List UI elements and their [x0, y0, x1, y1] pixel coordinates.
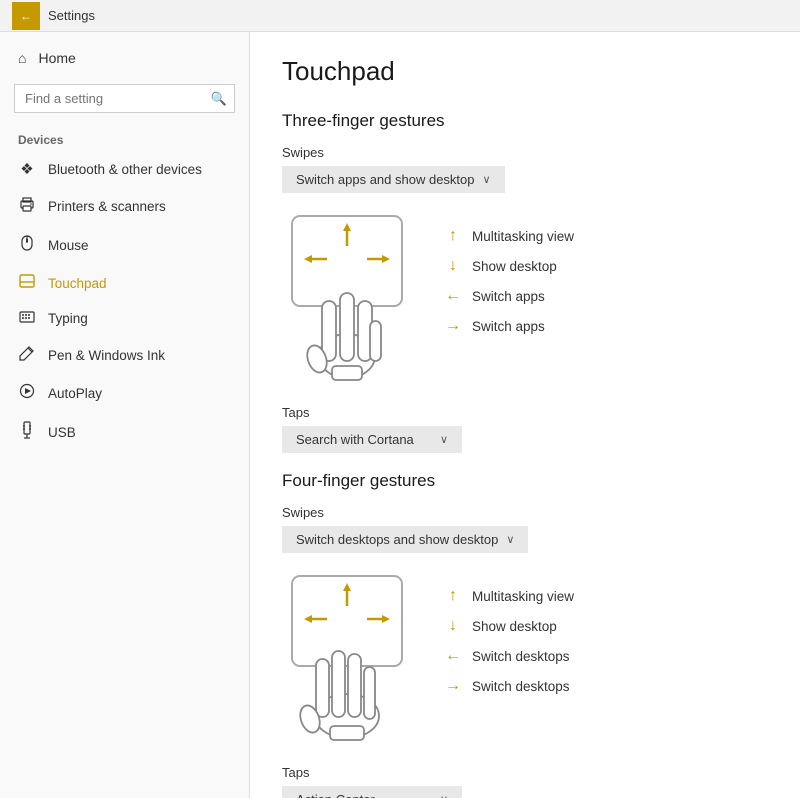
gesture-option-label: Show desktop [472, 259, 557, 274]
gesture-option: → Switch desktops [444, 677, 574, 695]
home-icon: ⌂ [18, 50, 26, 66]
autoplay-icon [18, 383, 36, 403]
four-finger-title: Four-finger gestures [282, 471, 768, 491]
sidebar-section-label: Devices [0, 125, 249, 151]
arrow-down-icon: ↓ [444, 617, 462, 635]
back-icon: ← [20, 9, 32, 23]
arrow-down-icon: ↓ [444, 257, 462, 275]
gesture-area-4: ↑ Multitasking view ↓ Show desktop ← Swi… [282, 571, 768, 741]
three-finger-title: Three-finger gestures [282, 111, 768, 131]
gesture-area-3: ↑ Multitasking view ↓ Show desktop ← Swi… [282, 211, 768, 381]
search-box: 🔍 [14, 84, 235, 113]
arrow-up-icon: ↑ [444, 227, 462, 245]
app-title: Settings [48, 8, 95, 23]
taps-dropdown-4-value: Action Center [296, 792, 375, 798]
gesture-options-3: ↑ Multitasking view ↓ Show desktop ← Swi… [444, 211, 574, 335]
arrow-left-icon: ← [444, 287, 462, 305]
sidebar: ⌂ Home 🔍 Devices ❖ Bluetooth & other dev… [0, 32, 250, 798]
title-bar: ← Settings [0, 0, 800, 32]
arrow-up-icon: ↑ [444, 587, 462, 605]
sidebar-home-label: Home [38, 50, 75, 66]
sidebar-item-label: Pen & Windows Ink [48, 348, 165, 363]
gesture-option-label: Multitasking view [472, 589, 574, 604]
gesture-option: ↑ Multitasking view [444, 587, 574, 605]
gesture-option: ↑ Multitasking view [444, 227, 574, 245]
gesture-option-label: Show desktop [472, 619, 557, 634]
gesture-option: ↓ Show desktop [444, 617, 574, 635]
pen-icon [18, 345, 36, 365]
gesture-option-label: Multitasking view [472, 229, 574, 244]
gesture-options-4: ↑ Multitasking view ↓ Show desktop ← Swi… [444, 571, 574, 695]
arrow-right-icon: → [444, 677, 462, 695]
usb-icon [18, 421, 36, 443]
swipes-dropdown-3[interactable]: Switch apps and show desktop ∨ [282, 166, 505, 193]
taps-dropdown-3-value: Search with Cortana [296, 432, 414, 447]
sidebar-item-label: USB [48, 425, 76, 440]
taps-dropdown-3[interactable]: Search with Cortana ∨ [282, 426, 462, 453]
gesture-option-label: Switch desktops [472, 649, 570, 664]
sidebar-item-label: Touchpad [48, 276, 107, 291]
page-title: Touchpad [282, 56, 768, 87]
taps-dropdown-4[interactable]: Action Center ∨ [282, 786, 462, 798]
three-finger-gesture-image [282, 211, 412, 381]
main-content: Touchpad Three-finger gestures Swipes Sw… [250, 32, 800, 798]
chevron-down-icon: ∨ [483, 173, 491, 186]
search-icon: 🔍 [211, 91, 227, 107]
three-finger-section: Three-finger gestures Swipes Switch apps… [282, 111, 768, 471]
gesture-option: ↓ Show desktop [444, 257, 574, 275]
mouse-icon [18, 234, 36, 256]
sidebar-item-typing[interactable]: Typing [0, 301, 249, 336]
sidebar-item-bluetooth[interactable]: ❖ Bluetooth & other devices [0, 151, 249, 187]
gesture-option: → Switch apps [444, 317, 574, 335]
swipes-label-4: Swipes [282, 505, 768, 520]
touchpad-icon [18, 274, 36, 292]
sidebar-item-home[interactable]: ⌂ Home [0, 40, 249, 76]
chevron-down-icon: ∨ [440, 793, 448, 798]
sidebar-item-touchpad[interactable]: Touchpad [0, 265, 249, 301]
sidebar-item-pen[interactable]: Pen & Windows Ink [0, 336, 249, 374]
sidebar-item-printers[interactable]: Printers & scanners [0, 187, 249, 225]
sidebar-item-autoplay[interactable]: AutoPlay [0, 374, 249, 412]
chevron-down-icon: ∨ [440, 433, 448, 446]
gesture-option: ← Switch apps [444, 287, 574, 305]
sidebar-item-usb[interactable]: USB [0, 412, 249, 452]
sidebar-item-label: Printers & scanners [48, 199, 166, 214]
sidebar-item-label: Mouse [48, 238, 89, 253]
gesture-option-label: Switch desktops [472, 679, 570, 694]
app-body: ⌂ Home 🔍 Devices ❖ Bluetooth & other dev… [0, 32, 800, 798]
taps-label-4: Taps [282, 765, 768, 780]
printer-icon [18, 196, 36, 216]
gesture-option-label: Switch apps [472, 289, 545, 304]
sidebar-item-label: AutoPlay [48, 386, 102, 401]
four-finger-section: Four-finger gestures Swipes Switch deskt… [282, 471, 768, 798]
swipes-label-3: Swipes [282, 145, 768, 160]
swipes-dropdown-3-value: Switch apps and show desktop [296, 172, 475, 187]
gesture-option: ← Switch desktops [444, 647, 574, 665]
back-button[interactable]: ← [12, 2, 40, 30]
chevron-down-icon: ∨ [506, 533, 514, 546]
typing-icon [18, 310, 36, 327]
sidebar-item-label: Typing [48, 311, 88, 326]
sidebar-item-mouse[interactable]: Mouse [0, 225, 249, 265]
arrow-left-icon: ← [444, 647, 462, 665]
sidebar-item-label: Bluetooth & other devices [48, 162, 202, 177]
swipes-dropdown-4[interactable]: Switch desktops and show desktop ∨ [282, 526, 528, 553]
search-input[interactable] [14, 84, 235, 113]
swipes-dropdown-4-value: Switch desktops and show desktop [296, 532, 498, 547]
four-finger-gesture-image [282, 571, 412, 741]
gesture-option-label: Switch apps [472, 319, 545, 334]
taps-label-3: Taps [282, 405, 768, 420]
arrow-right-icon: → [444, 317, 462, 335]
bluetooth-icon: ❖ [18, 160, 36, 178]
